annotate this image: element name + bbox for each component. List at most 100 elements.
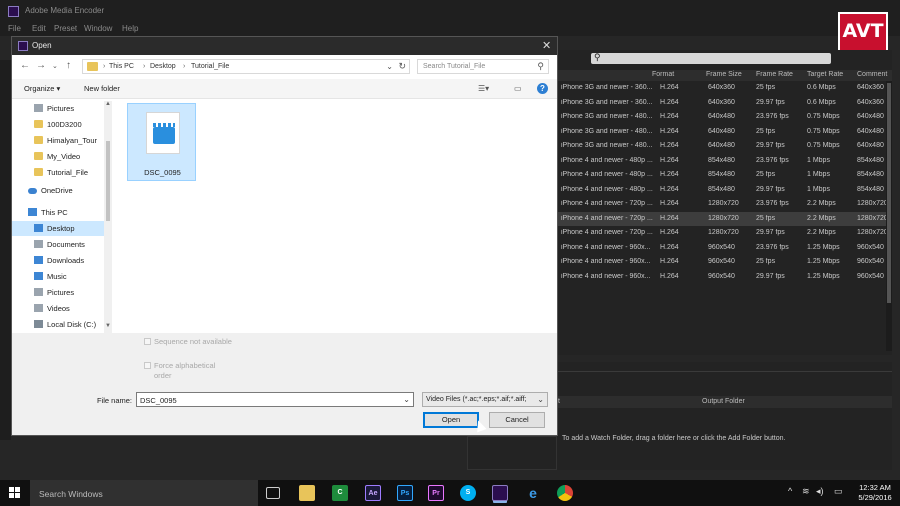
- chevron-down-icon[interactable]: ⌄: [403, 395, 410, 404]
- nav-item-local-disk-c[interactable]: Local Disk (C:): [12, 317, 110, 332]
- recent-locations-icon[interactable]: ⌄: [52, 62, 58, 70]
- after-effects-icon[interactable]: Ae: [365, 485, 381, 501]
- file-name-input[interactable]: DSC_0095 ⌄: [136, 392, 414, 407]
- task-view-icon[interactable]: [266, 487, 280, 499]
- help-icon[interactable]: ?: [537, 83, 548, 94]
- preset-row[interactable]: iPhone 4 and newer - 720p ... H.264 1280x7…: [556, 197, 887, 212]
- nav-item-pictures[interactable]: Pictures: [12, 285, 110, 300]
- preset-cell-frame-rate: 25 fps: [756, 84, 776, 91]
- keyboard-icon[interactable]: ▭: [834, 486, 843, 497]
- start-button[interactable]: [9, 487, 21, 499]
- premiere-icon[interactable]: Pr: [428, 485, 444, 501]
- preview-pane-icon[interactable]: ▭: [514, 84, 522, 93]
- nav-item-himalyan-tour[interactable]: Himalyan_Tour: [12, 133, 110, 148]
- folder-icon: [34, 152, 43, 160]
- nav-item-onedrive[interactable]: OneDrive: [12, 183, 110, 198]
- breadcrumb-tutorial-file[interactable]: Tutorial_File: [191, 63, 229, 70]
- preset-cell-frame-size: 854x480: [708, 156, 735, 164]
- preset-row[interactable]: iPhone 3G and newer - 360... H.264 640x360…: [556, 81, 886, 96]
- column-comment[interactable]: Comment: [857, 71, 887, 78]
- nav-item-music[interactable]: Music: [12, 269, 110, 284]
- chevron-up-icon[interactable]: ^: [788, 486, 792, 496]
- preset-row[interactable]: iPhone 4 and newer - 480p ... H.264 854x48…: [556, 168, 886, 183]
- preset-cell-name: iPhone 3G and newer - 480...: [561, 142, 653, 149]
- preset-cell-target-rate: 1.25 Mbps: [807, 272, 840, 280]
- forward-arrow-icon[interactable]: →: [36, 60, 46, 71]
- nav-item-videos[interactable]: Videos: [12, 301, 110, 316]
- preset-row[interactable]: iPhone 4 and newer - 480p ... H.264 854x48…: [556, 183, 886, 198]
- file-type-select[interactable]: Video Files (*.ac;*.eps;*.aif;*.aiff; ⌄: [422, 392, 548, 407]
- organize-button[interactable]: Organize ▾: [24, 84, 60, 93]
- file-explorer-icon[interactable]: [299, 485, 315, 501]
- file-type-value: Video Files (*.ac;*.eps;*.aif;*.aiff;: [426, 396, 527, 403]
- nav-item-this-pc[interactable]: This PC: [12, 205, 110, 220]
- breadcrumb-desktop[interactable]: Desktop: [150, 63, 176, 70]
- nav-item-pictures[interactable]: Pictures: [12, 101, 110, 116]
- chrome-icon[interactable]: [557, 485, 573, 501]
- clock[interactable]: 12:32 AM 5/29/2016: [855, 483, 895, 503]
- preset-cell-format: H.264: [660, 142, 679, 149]
- back-arrow-icon[interactable]: ←: [20, 60, 30, 71]
- cancel-button[interactable]: Cancel: [489, 412, 545, 428]
- new-folder-button[interactable]: New folder: [84, 84, 120, 93]
- preset-row[interactable]: iPhone 4 and newer - 480p ... H.264 854x48…: [556, 154, 886, 169]
- view-options-icon[interactable]: ☰▾: [478, 84, 489, 93]
- menu-help[interactable]: Help: [122, 24, 138, 33]
- preset-cell-target-rate: 0.75 Mbps: [807, 127, 840, 135]
- sequence-checkbox[interactable]: [144, 338, 151, 345]
- preset-row[interactable]: iPhone 4 and newer - 720p ... H.264 1280x7…: [556, 226, 887, 241]
- nav-item-100d3200[interactable]: 100D3200: [12, 117, 110, 132]
- photoshop-icon[interactable]: Ps: [397, 485, 413, 501]
- skype-icon[interactable]: S: [460, 485, 476, 501]
- preset-cell-comment: 640x360: [857, 98, 884, 106]
- camtasia-icon[interactable]: C: [332, 485, 348, 501]
- open-button[interactable]: Open: [423, 412, 479, 428]
- menu-window[interactable]: Window: [84, 24, 112, 33]
- preset-row[interactable]: iPhone 3G and newer - 480... H.264 640x480…: [556, 139, 886, 154]
- column-frame-size[interactable]: Frame Size: [706, 71, 742, 78]
- nav-item-tutorial-file[interactable]: Tutorial_File: [12, 165, 110, 180]
- queue-panel-corner: [467, 436, 557, 470]
- nav-item-label: Local Disk (C:): [47, 320, 97, 329]
- network-icon[interactable]: ≋: [802, 486, 810, 497]
- edge-icon[interactable]: e: [525, 485, 541, 501]
- file-name-value: DSC_0095: [140, 396, 177, 405]
- preset-row[interactable]: iPhone 4 and newer - 960x... H.264 960x540…: [556, 241, 886, 256]
- menu-preset[interactable]: Preset: [54, 24, 77, 33]
- nav-item-documents[interactable]: Documents: [12, 237, 110, 252]
- column-format[interactable]: Format: [652, 71, 674, 78]
- menu-file[interactable]: File: [8, 24, 21, 33]
- preset-row[interactable]: iPhone 4 and newer - 720p ... H.264 1280x7…: [556, 211, 887, 226]
- taskbar-search-input[interactable]: Search Windows: [30, 480, 258, 506]
- file-item[interactable]: DSC_0095: [127, 103, 196, 181]
- refresh-icon[interactable]: ↻: [398, 61, 406, 72]
- preset-row[interactable]: iPhone 3G and newer - 480... H.264 640x480…: [556, 110, 886, 125]
- media-encoder-icon[interactable]: [492, 485, 508, 501]
- preset-cell-frame-rate: 23.976 fps: [756, 200, 789, 207]
- nav-item-downloads[interactable]: Downloads: [12, 253, 110, 268]
- preset-row[interactable]: iPhone 3G and newer - 480... H.264 640x480…: [556, 125, 886, 140]
- alphabetical-checkbox[interactable]: [144, 362, 151, 369]
- preset-cell-target-rate: 0.6 Mbps: [807, 98, 836, 106]
- chevron-down-icon[interactable]: ⌄: [386, 62, 393, 71]
- preset-row[interactable]: iPhone 4 and newer - 960x... H.264 960x540…: [556, 255, 886, 270]
- address-bar[interactable]: › This PC › Desktop › Tutorial_File ⌄ ↻: [82, 59, 410, 74]
- breadcrumb-this-pc[interactable]: This PC: [109, 63, 134, 70]
- preset-cell-frame-size: 960x540: [708, 272, 735, 280]
- nav-item-label: Pictures: [47, 104, 75, 113]
- search-input[interactable]: Search Tutorial_File ⚲: [417, 59, 549, 74]
- close-icon[interactable]: ✕: [542, 39, 551, 52]
- preset-scrollbar[interactable]: [886, 81, 892, 351]
- preset-search-input[interactable]: ⚲: [591, 52, 831, 64]
- navigation-scrollbar[interactable]: ▲ ▼: [104, 101, 112, 333]
- up-arrow-icon[interactable]: ↑: [66, 60, 71, 71]
- preset-row[interactable]: iPhone 3G and newer - 360... H.264 640x360…: [556, 96, 886, 111]
- column-frame-rate[interactable]: Frame Rate: [756, 71, 793, 78]
- volume-icon[interactable]: ◂): [816, 486, 824, 497]
- preset-row[interactable]: iPhone 4 and newer - 960x... H.264 960x540…: [556, 270, 886, 285]
- nav-item-desktop[interactable]: Desktop: [12, 221, 110, 236]
- menu-edit[interactable]: Edit: [32, 24, 46, 33]
- nav-item-my-video[interactable]: My_Video: [12, 149, 110, 164]
- column-target-rate[interactable]: Target Rate: [807, 71, 843, 78]
- preset-cell-name: iPhone 4 and newer - 960x...: [561, 258, 651, 265]
